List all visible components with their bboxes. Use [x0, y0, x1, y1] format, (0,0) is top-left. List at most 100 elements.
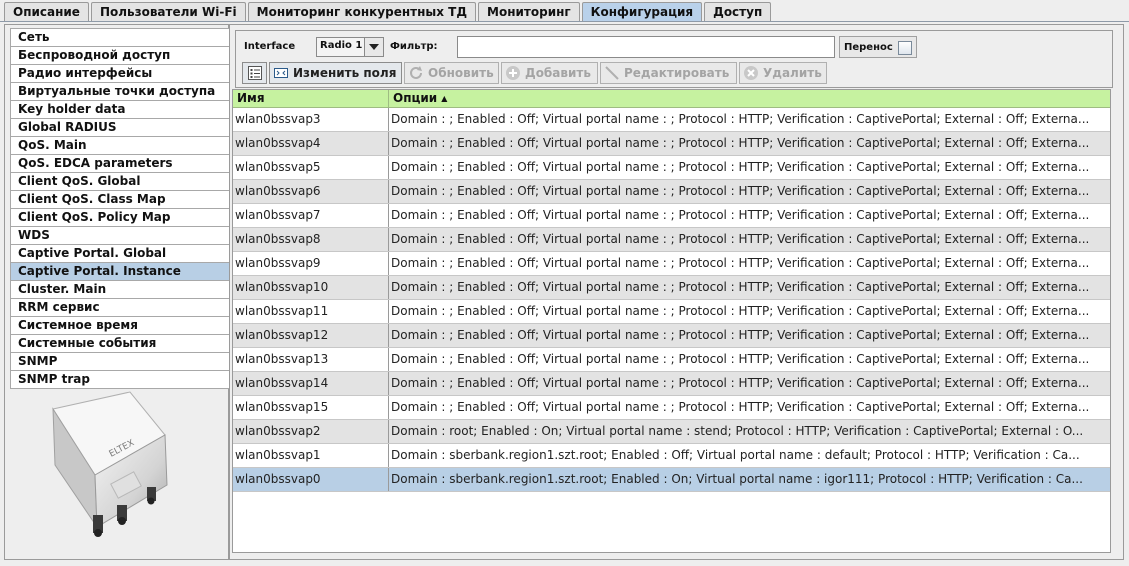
table-row[interactable]: wlan0bssvap13 Domain : ; Enabled : Off; V… — [233, 348, 1110, 372]
menu-item[interactable]: RRM сервис — [10, 299, 232, 317]
wrap-toggle[interactable]: Перенос — [839, 36, 917, 58]
table-row[interactable]: wlan0bssvap10 Domain : ; Enabled : Off; V… — [233, 276, 1110, 300]
column-header-options[interactable]: Опции ▲ — [389, 90, 1110, 107]
menu-item[interactable]: QoS. Main — [10, 137, 232, 155]
menu-item[interactable]: Виртуальные точки доступа — [10, 83, 232, 101]
cell-options: Domain : root; Enabled : On; Virtual por… — [391, 424, 1084, 438]
cell-name: wlan0bssvap2 — [233, 420, 389, 443]
cell-options: Domain : ; Enabled : Off; Virtual portal… — [391, 304, 1090, 318]
tab-description[interactable]: Описание — [4, 2, 89, 21]
cell-name: wlan0bssvap7 — [233, 204, 389, 227]
menu-item[interactable]: SNMP — [10, 353, 232, 371]
table-row[interactable]: wlan0bssvap8 Domain : ; Enabled : Off; Vi… — [233, 228, 1110, 252]
column-header-options-label: Опции — [393, 91, 438, 105]
chevron-down-icon[interactable] — [364, 38, 383, 56]
cell-name: wlan0bssvap10 — [233, 276, 389, 299]
column-header-name-label: Имя — [237, 91, 265, 105]
tabbar-divider — [0, 21, 1129, 22]
pencil-icon — [605, 66, 619, 80]
cell-name: wlan0bssvap15 — [233, 396, 389, 419]
cell-name: wlan0bssvap4 — [233, 132, 389, 155]
menu-item[interactable]: Системное время — [10, 317, 232, 335]
menu-item[interactable]: WDS — [10, 227, 232, 245]
main-tabbar: Описание Пользователи Wi-Fi Мониторинг к… — [4, 2, 773, 22]
plus-circle-icon — [506, 66, 520, 80]
filter-toolbar: Interface Radio 1 Фильтр: Перенос Измени… — [235, 30, 1113, 88]
columns-icon — [274, 68, 288, 78]
cell-options: Domain : ; Enabled : Off; Virtual portal… — [391, 256, 1090, 270]
menu-item[interactable]: Captive Portal. Instance — [10, 263, 232, 281]
list-settings-icon — [248, 66, 262, 80]
filter-input[interactable] — [457, 36, 835, 58]
tab-access[interactable]: Доступ — [704, 2, 772, 21]
menu-item[interactable]: Радио интерфейсы — [10, 65, 232, 83]
menu-item[interactable]: Cluster. Main — [10, 281, 232, 299]
interface-label: Interface — [244, 41, 296, 52]
table-row[interactable]: wlan0bssvap5 Domain : ; Enabled : Off; Vi… — [233, 156, 1110, 180]
cell-options: Domain : ; Enabled : Off; Virtual portal… — [391, 136, 1090, 150]
change-fields-label: Изменить поля — [293, 66, 397, 80]
filter-label: Фильтр: — [390, 41, 438, 52]
menu-item[interactable]: Captive Portal. Global — [10, 245, 232, 263]
tab-configuration[interactable]: Конфигурация — [581, 2, 703, 21]
table-row[interactable]: wlan0bssvap4 Domain : ; Enabled : Off; Vi… — [233, 132, 1110, 156]
interface-select[interactable]: Radio 1 — [316, 37, 384, 57]
access-point-device-image: ELTEX — [52, 391, 168, 537]
cell-name: wlan0bssvap11 — [233, 300, 389, 323]
table-row[interactable]: wlan0bssvap7 Domain : ; Enabled : Off; Vi… — [233, 204, 1110, 228]
menu-item[interactable]: Системные события — [10, 335, 232, 353]
cell-options: Domain : ; Enabled : Off; Virtual portal… — [391, 400, 1090, 414]
cell-options: Domain : ; Enabled : Off; Virtual portal… — [391, 376, 1090, 390]
menu-item[interactable]: Client QoS. Class Map — [10, 191, 232, 209]
table-row[interactable]: wlan0bssvap9 Domain : ; Enabled : Off; Vi… — [233, 252, 1110, 276]
edit-button[interactable]: Редактировать — [600, 62, 737, 84]
cell-name: wlan0bssvap5 — [233, 156, 389, 179]
cell-name: wlan0bssvap0 — [233, 468, 389, 491]
tab-wifi-users[interactable]: Пользователи Wi-Fi — [90, 2, 246, 21]
table-row[interactable]: wlan0bssvap12 Domain : ; Enabled : Off; V… — [233, 324, 1110, 348]
interface-select-value: Radio 1 — [320, 40, 363, 51]
table-header: Имя Опции ▲ — [233, 90, 1110, 108]
menu-item[interactable]: Client QoS. Global — [10, 173, 232, 191]
menu-item[interactable]: Беспроводной доступ — [10, 47, 232, 65]
refresh-icon — [410, 66, 422, 79]
tab-neighbor-ap-monitoring[interactable]: Мониторинг конкурентных ТД — [247, 2, 477, 21]
right-panel: Interface Radio 1 Фильтр: Перенос Измени… — [229, 24, 1124, 560]
table-row[interactable]: wlan0bssvap6 Domain : ; Enabled : Off; Vi… — [233, 180, 1110, 204]
edit-label: Редактировать — [624, 66, 730, 80]
cell-options: Domain : ; Enabled : Off; Virtual portal… — [391, 352, 1090, 366]
table-row[interactable]: wlan0bssvap0 Domain : sberbank.region1.sz… — [233, 468, 1110, 492]
cell-name: wlan0bssvap9 — [233, 252, 389, 275]
refresh-button[interactable]: Обновить — [404, 62, 499, 84]
menu-item[interactable]: Client QoS. Policy Map — [10, 209, 232, 227]
cell-name: wlan0bssvap13 — [233, 348, 389, 371]
menu-item[interactable]: QoS. EDCA parameters — [10, 155, 232, 173]
menu-item[interactable]: Key holder data — [10, 101, 232, 119]
table-row[interactable]: wlan0bssvap15 Domain : ; Enabled : Off; V… — [233, 396, 1110, 420]
cell-name: wlan0bssvap12 — [233, 324, 389, 347]
wrap-checkbox[interactable] — [898, 41, 912, 55]
cell-name: wlan0bssvap6 — [233, 180, 389, 203]
cell-options: Domain : ; Enabled : Off; Virtual portal… — [391, 208, 1090, 222]
table-row[interactable]: wlan0bssvap3 Domain : ; Enabled : Off; Vi… — [233, 108, 1110, 132]
left-panel: Сеть Беспроводной доступ Радио интерфейсы В… — [4, 24, 232, 560]
delete-button[interactable]: Удалить — [739, 62, 827, 84]
add-button[interactable]: Добавить — [501, 62, 598, 84]
add-label: Добавить — [525, 66, 591, 80]
menu-item[interactable]: Сеть — [10, 28, 232, 47]
change-fields-button[interactable]: Изменить поля — [269, 62, 402, 84]
menu-item[interactable]: Global RADIUS — [10, 119, 232, 137]
cell-options: Domain : ; Enabled : Off; Virtual portal… — [391, 232, 1090, 246]
table-row[interactable]: wlan0bssvap11 Domain : ; Enabled : Off; V… — [233, 300, 1110, 324]
cell-options: Domain : ; Enabled : Off; Virtual portal… — [391, 328, 1090, 342]
tab-monitoring[interactable]: Мониторинг — [478, 2, 580, 21]
table-row[interactable]: wlan0bssvap1 Domain : sberbank.region1.sz… — [233, 444, 1110, 468]
refresh-label: Обновить — [428, 66, 494, 80]
table-settings-button[interactable] — [242, 62, 267, 84]
table-row[interactable]: wlan0bssvap2 Domain : root; Enabled : On;… — [233, 420, 1110, 444]
sort-ascending-icon: ▲ — [441, 94, 448, 103]
cell-options: Domain : sberbank.region1.szt.root; Enab… — [391, 472, 1083, 486]
column-header-name[interactable]: Имя — [233, 90, 389, 107]
table-row[interactable]: wlan0bssvap14 Domain : ; Enabled : Off; V… — [233, 372, 1110, 396]
delete-label: Удалить — [763, 66, 822, 80]
